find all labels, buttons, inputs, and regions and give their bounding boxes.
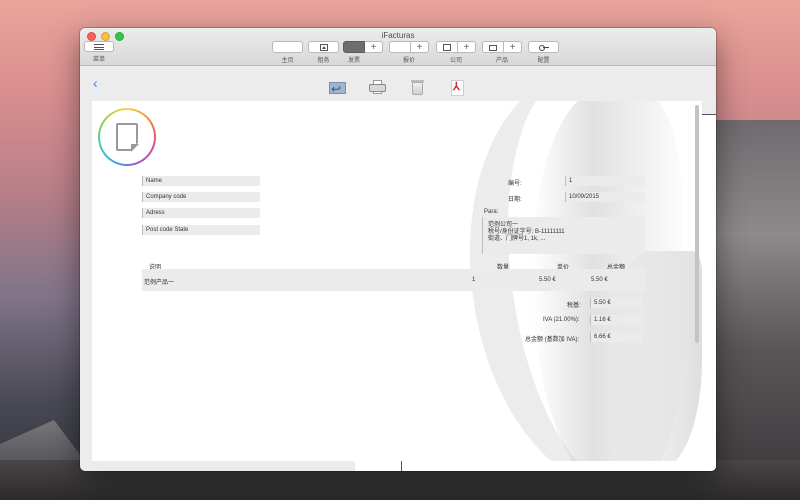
quotes-button[interactable] — [389, 41, 716, 471]
client-company-field[interactable]: Company code — [142, 192, 260, 202]
rent-button[interactable] — [308, 41, 339, 53]
toolbar-group-rent: 租务 — [308, 41, 339, 64]
document-actions: ↩ ⅄ — [327, 79, 469, 96]
home-label: 主页 — [281, 58, 294, 64]
invoices-label: 发票 — [347, 58, 360, 64]
invoice-date-label: 日期: — [508, 197, 522, 203]
grand-total-value: 6.66 € — [590, 332, 642, 342]
menu-label: 菜单 — [92, 57, 105, 63]
company-button[interactable] — [436, 41, 458, 53]
toolbar-group-products: + 产品 — [482, 41, 522, 64]
toolbar-group-settings: 配置 — [528, 41, 559, 64]
iva-value: 1.16 € — [590, 315, 642, 325]
invoice-number-field[interactable]: 1 — [565, 176, 645, 186]
app-window: iFacturas 菜单 主页 租务 + 发票 + 报价 + 公司 + 产品 配… — [80, 28, 716, 471]
invoice-number-label: 编号: — [508, 181, 522, 187]
back-chevron-icon[interactable]: ‹ — [93, 76, 98, 90]
client-postcode-field[interactable]: Post code State — [142, 225, 260, 235]
iva-label: IVA (21.00%): — [543, 317, 580, 323]
add-quote-button[interactable]: + — [411, 41, 429, 53]
building-icon — [443, 43, 451, 51]
add-invoice-button[interactable]: + — [365, 41, 383, 53]
item-total: 5.50 € — [591, 277, 608, 283]
hamburger-icon — [94, 43, 104, 50]
trash-icon[interactable] — [407, 79, 429, 96]
products-label: 产品 — [495, 58, 508, 64]
settings-label: 配置 — [537, 58, 550, 64]
send-reply-icon[interactable]: ↩ — [327, 79, 349, 96]
toolbar-group-quotes: + 报价 — [389, 41, 716, 471]
print-icon[interactable] — [367, 79, 389, 96]
item-quantity: 1 — [472, 277, 476, 283]
image-icon — [319, 43, 328, 51]
add-company-button[interactable]: + — [458, 41, 476, 53]
toolbar-group-company: + 公司 — [436, 41, 476, 64]
products-button[interactable] — [482, 41, 504, 53]
recipient-label: Para: — [484, 209, 499, 215]
key-icon — [538, 45, 549, 51]
window-title: iFacturas — [381, 31, 415, 40]
rent-label: 租务 — [317, 58, 330, 64]
package-icon — [489, 44, 497, 51]
tax-base-value: 5.50 € — [590, 298, 642, 308]
company-logo[interactable] — [98, 108, 156, 166]
add-product-button[interactable]: + — [504, 41, 522, 53]
title-bar: iFacturas 菜单 主页 租务 + 发票 + 报价 + 公司 + 产品 配… — [80, 28, 716, 471]
grand-total-label: 总金额 (基数加 IVA): — [525, 337, 580, 343]
action-bar: ‹ ↩ ⅄ — [80, 66, 716, 101]
recipient-line: 街道、门牌号1, 1k, ... — [488, 236, 546, 242]
item-unit-price: 5.50 € — [539, 277, 556, 283]
invoices-button[interactable] — [343, 41, 716, 471]
table-row[interactable]: 范例产品一 1 5.50 € 5.50 € — [142, 269, 645, 291]
recipient-box[interactable]: 范例公司一 税号/身份证字号: B-11111111 街道、门牌号1, 1k, … — [482, 217, 645, 254]
menu-button[interactable] — [84, 41, 114, 52]
recipient-line: 税号/身份证字号: B-11111111 — [488, 229, 565, 235]
item-description: 范例产品一 — [144, 280, 175, 286]
tax-base-label: 税基: — [567, 303, 581, 309]
toolbar-group-invoices: + 发票 — [343, 41, 716, 471]
invoice-date-field[interactable]: 10/09/2015 — [565, 192, 645, 202]
company-label: 公司 — [449, 58, 462, 64]
settings-button[interactable] — [528, 41, 559, 53]
recipient-line: 范例公司一 — [488, 222, 519, 228]
vertical-scrollbar[interactable] — [695, 105, 699, 343]
pdf-icon[interactable]: ⅄ — [447, 79, 469, 96]
quotes-label: 报价 — [402, 58, 415, 64]
home-button[interactable] — [272, 41, 303, 121]
toolbar-group-home: 主页 — [272, 41, 303, 121]
client-address-field[interactable]: Adress — [142, 208, 260, 218]
invoice-document: Name Company code Adress Post code State… — [92, 101, 702, 461]
client-name-field[interactable]: Name — [142, 176, 260, 186]
